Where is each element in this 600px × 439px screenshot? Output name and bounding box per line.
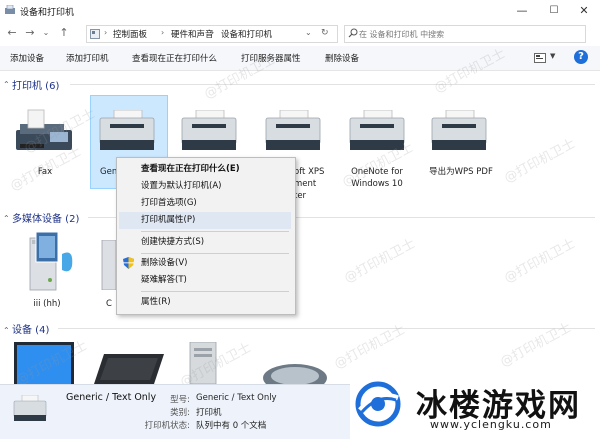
keyboard-device-icon[interactable] (94, 350, 164, 384)
group-header-devices[interactable]: 设备 (4) (12, 321, 49, 336)
minimize-button[interactable]: — (506, 0, 538, 22)
window-title: 设备和打印机 (20, 8, 75, 18)
group-divider (58, 328, 595, 329)
details-pane: Generic / Text Only 型号: Generic / Text O… (0, 384, 350, 439)
close-button[interactable]: ✕ (568, 0, 600, 22)
breadcrumb-separator-icon: › (104, 28, 108, 37)
site-logo: 冰楼游戏网 www.yclengku.com (350, 374, 600, 438)
group-divider (70, 84, 595, 85)
collapse-chevron-icon[interactable]: ⌃ (3, 80, 10, 89)
xps-printer-icon[interactable] (178, 109, 240, 156)
address-dropdown-icon[interactable]: ⌄ (305, 28, 312, 37)
menu-item-printer-properties[interactable]: 打印机属性(P) (119, 212, 291, 229)
printer-label-xps-1[interactable]: oft XPS (294, 166, 334, 178)
printer-label-wps-pdf[interactable]: 导出为WPS PDF (420, 166, 502, 178)
group-header-printers[interactable]: 打印机 (6) (12, 77, 59, 92)
remove-device-button[interactable]: 删除设备 (325, 52, 359, 64)
details-category-value: 打印机 (196, 408, 222, 418)
breadcrumb-separator-icon: › (161, 28, 165, 37)
add-printer-button[interactable]: 添加打印机 (66, 52, 109, 64)
control-panel-icon (90, 29, 100, 39)
media-device-icon[interactable] (26, 228, 76, 294)
collapse-chevron-icon[interactable]: ⌃ (3, 214, 10, 223)
details-status-label: 打印机状态: (144, 421, 190, 431)
address-row: ← → ⌄ ↑ › 控制面板 › 硬件和声音 › 设备和打印机 ⌄ ↻ 在 设备… (0, 22, 600, 44)
refresh-icon[interactable]: ↻ (321, 28, 329, 38)
breadcrumb-separator-icon: › (211, 28, 215, 37)
view-dropdown-icon[interactable]: ▼ (550, 52, 555, 60)
details-category-label: 类别: (170, 408, 190, 418)
printer-label-xps-3[interactable]: ter (294, 190, 334, 202)
search-placeholder: 在 设备和打印机 中搜索 (359, 30, 445, 39)
command-toolbar: 添加设备 添加打印机 查看现在正在打印什么 打印服务器属性 删除设备 ▼ ? (0, 46, 600, 71)
menu-item-properties[interactable]: 属性(R) (119, 294, 291, 311)
watermark-text: @打印机卫士 (501, 136, 578, 187)
menu-item-remove-device[interactable]: 删除设备(V) (119, 255, 291, 272)
printer-icon[interactable] (262, 109, 324, 156)
maximize-button[interactable]: ☐ (538, 0, 570, 22)
generic-printer-icon[interactable] (96, 109, 158, 156)
menu-item-set-default[interactable]: 设置为默认打印机(A) (119, 178, 291, 195)
breadcrumb-control-panel[interactable]: 控制面板 (113, 28, 147, 40)
see-whats-printing-button[interactable]: 查看现在正在打印什么 (132, 52, 217, 64)
watermark-text: @打印机卫士 (341, 236, 418, 287)
logo-url: www.yclengku.com (430, 418, 552, 431)
view-options-icon[interactable] (534, 53, 546, 63)
title-bar: 设备和打印机 — ☐ ✕ (0, 0, 600, 22)
help-icon[interactable]: ? (574, 50, 588, 64)
up-arrow-icon[interactable]: ↑ (56, 25, 72, 41)
media-label-a[interactable]: iii (hh) (22, 298, 72, 310)
menu-separator (141, 291, 289, 292)
menu-item-troubleshoot[interactable]: 疑难解答(T) (119, 272, 291, 289)
details-model-value: Generic / Text Only (196, 393, 277, 403)
forward-arrow-icon[interactable]: → (22, 25, 38, 41)
logo-swirl-icon (354, 380, 402, 428)
menu-separator (141, 231, 289, 232)
details-model-label: 型号: (170, 395, 190, 405)
search-icon (348, 28, 358, 38)
menu-item-see-printing[interactable]: 查看现在正在打印什么(E) (119, 161, 291, 178)
breadcrumb-devices-printers[interactable]: 设备和打印机 (221, 28, 272, 40)
address-bar[interactable]: › 控制面板 › 硬件和声音 › 设备和打印机 ⌄ ↻ (86, 25, 338, 43)
watermark-text: @打印机卫士 (501, 236, 578, 287)
back-arrow-icon[interactable]: ← (4, 25, 20, 41)
breadcrumb-hardware-sound[interactable]: 硬件和声音 (171, 28, 214, 40)
watermark-text: @打印机卫士 (497, 320, 574, 371)
search-box[interactable]: 在 设备和打印机 中搜索 (344, 25, 586, 43)
recent-chevron-icon[interactable]: ⌄ (38, 25, 54, 41)
watermark-text: @打印机卫士 (331, 322, 408, 373)
selected-printer-icon (12, 394, 48, 425)
group-header-multimedia[interactable]: 多媒体设备 (2) (12, 210, 79, 225)
add-device-button[interactable]: 添加设备 (10, 52, 44, 64)
collapse-chevron-icon[interactable]: ⌃ (3, 326, 10, 335)
details-status-value: 队列中有 0 个文档 (196, 421, 267, 431)
menu-separator (141, 253, 289, 254)
menu-item-create-shortcut[interactable]: 创建快捷方式(S) (119, 234, 291, 251)
printer-label-xps-2[interactable]: ment (294, 178, 334, 190)
devices-printers-icon (4, 4, 16, 16)
mouse-device-icon[interactable] (262, 362, 328, 392)
context-menu: 查看现在正在打印什么(E) 设置为默认打印机(A) 打印首选项(G) 打印机属性… (116, 157, 296, 315)
wps-pdf-printer-icon[interactable] (428, 109, 490, 156)
menu-item-printing-preferences[interactable]: 打印首选项(G) (119, 195, 291, 212)
media-device-icon-b[interactable] (100, 239, 117, 291)
